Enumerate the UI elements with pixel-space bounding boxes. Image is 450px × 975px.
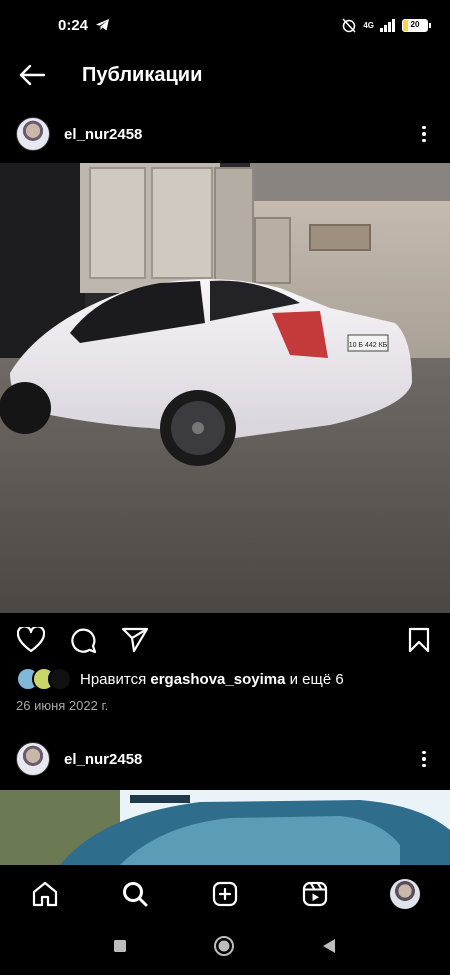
post-header: el_nur2458 [0, 106, 450, 162]
comment-button[interactable] [68, 625, 98, 655]
avatar[interactable] [16, 742, 50, 776]
home-system-button[interactable] [213, 935, 235, 962]
likes-row[interactable]: Нравится ergashova_soyima и ещё 6 [16, 664, 434, 694]
nav-create[interactable] [203, 872, 247, 916]
nav-home[interactable] [23, 872, 67, 916]
bottom-nav [0, 866, 450, 922]
send-icon [121, 627, 149, 653]
nav-profile[interactable] [383, 872, 427, 916]
likes-text: Нравится ergashova_soyima и ещё 6 [80, 670, 344, 688]
telegram-icon [96, 19, 110, 31]
reels-icon [302, 881, 328, 907]
save-button[interactable] [404, 625, 434, 655]
recents-button[interactable] [113, 939, 127, 958]
profile-avatar [390, 879, 420, 909]
car-photo-illustration [0, 790, 450, 865]
nav-search[interactable] [113, 872, 157, 916]
home-icon [32, 881, 58, 907]
post-photo[interactable]: 10 Б 442 КБ [0, 163, 450, 613]
comment-icon [71, 628, 97, 654]
battery-icon: 20 [402, 18, 431, 32]
like-button[interactable] [16, 625, 46, 655]
create-icon [212, 881, 238, 907]
network-type: 4G [363, 20, 374, 30]
home-circle-icon [214, 936, 234, 956]
post-photo[interactable] [0, 790, 450, 865]
more-options-button[interactable] [412, 747, 436, 771]
back-system-button[interactable] [321, 938, 337, 959]
post-date: 26 июня 2022 г. [16, 698, 109, 713]
heart-icon [17, 627, 45, 653]
page-title: Публикации [82, 63, 203, 86]
liker-username[interactable]: ergashova_soyima [150, 671, 285, 688]
app-header: Публикации [0, 50, 450, 100]
bookmark-icon [408, 627, 430, 653]
liker-avatar [48, 667, 72, 691]
back-button[interactable] [0, 50, 64, 100]
nav-reels[interactable] [293, 872, 337, 916]
system-nav-bar [0, 922, 450, 975]
username[interactable]: el_nur2458 [64, 126, 142, 143]
arrow-left-icon [19, 65, 45, 85]
username[interactable]: el_nur2458 [64, 751, 142, 768]
signal-icon [380, 18, 395, 32]
recents-icon [114, 940, 126, 952]
share-button[interactable] [120, 625, 150, 655]
post-actions [0, 622, 450, 658]
more-options-button[interactable] [412, 122, 436, 146]
license-plate: 10 Б 442 КБ [349, 342, 388, 349]
search-icon [123, 882, 148, 907]
status-time: 0:24 [58, 16, 89, 34]
avatar[interactable] [16, 117, 50, 151]
alarm-off-icon [342, 18, 356, 33]
car-photo-illustration: 10 Б 442 КБ [0, 163, 450, 613]
back-triangle-icon [323, 939, 335, 953]
liker-avatars [16, 667, 72, 691]
status-bar: 0:24 4G 20 [0, 0, 450, 50]
post-header: el_nur2458 [0, 731, 450, 787]
